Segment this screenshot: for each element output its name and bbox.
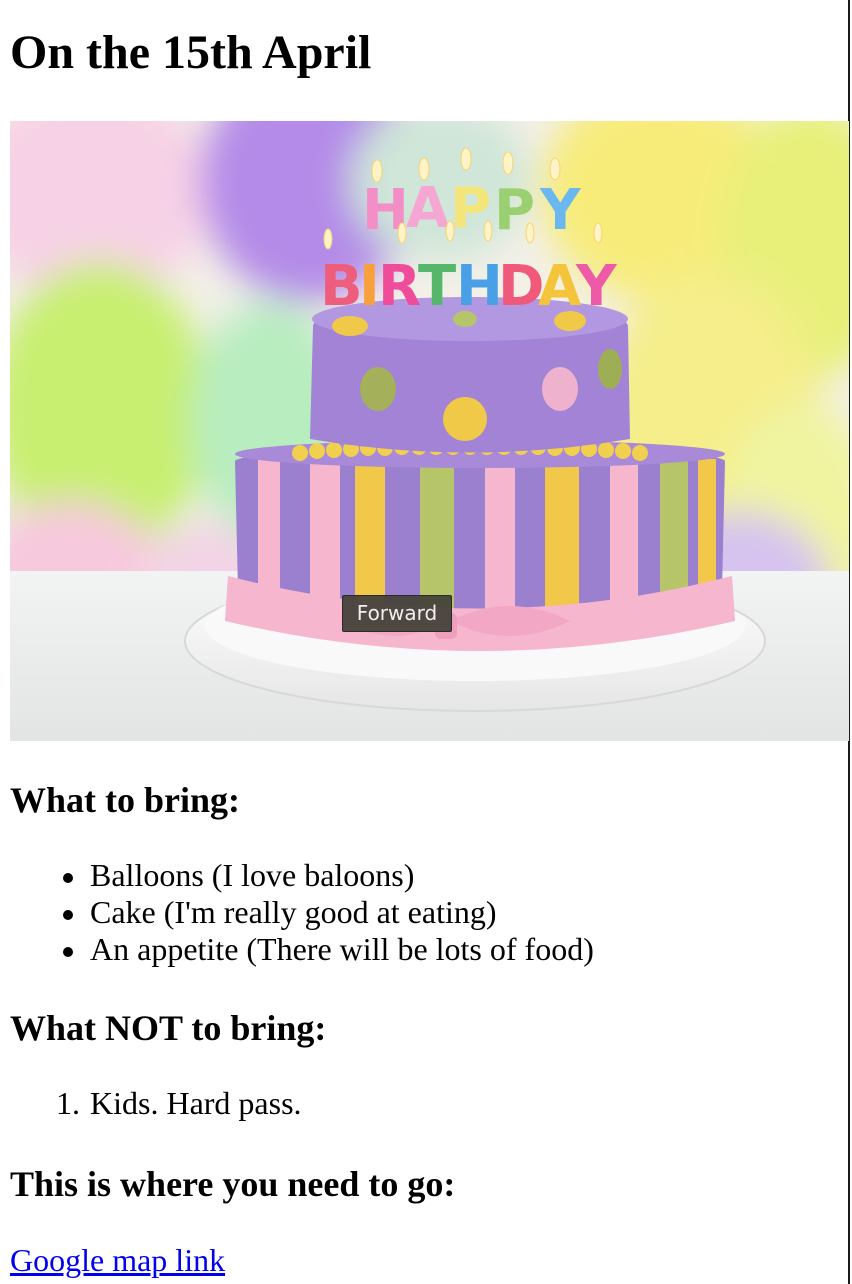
svg-text:H: H: [456, 254, 503, 319]
not-bring-list: 1. Kids. Hard pass.: [0, 1085, 302, 1122]
bring-list: Balloons (I love baloons) Cake (I'm real…: [0, 857, 594, 968]
svg-text:I: I: [359, 254, 380, 319]
svg-text:A: A: [406, 176, 450, 241]
where-heading: This is where you need to go:: [10, 1164, 456, 1204]
list-number: 1.: [56, 1085, 80, 1121]
not-bring-heading: What NOT to bring:: [10, 1008, 327, 1048]
bullet-icon: [63, 947, 73, 957]
page-title: On the 15th April: [10, 26, 372, 79]
google-map-link[interactable]: Google map link: [10, 1240, 225, 1280]
svg-text:T: T: [418, 254, 456, 319]
bullet-icon: [63, 873, 73, 883]
svg-text:Y: Y: [575, 254, 618, 319]
svg-text:Y: Y: [539, 178, 582, 243]
list-item: An appetite (There will be lots of food): [0, 931, 594, 968]
bullet-icon: [63, 910, 73, 920]
list-item: Balloons (I love baloons): [0, 857, 594, 894]
svg-text:R: R: [378, 254, 421, 319]
page: On the 15th April H A P P Y B I R T H D …: [0, 0, 850, 1284]
svg-text:B: B: [320, 254, 363, 319]
list-item: 1. Kids. Hard pass.: [56, 1085, 302, 1121]
forward-tooltip: Forward: [342, 595, 452, 632]
birthday-cake-image: H A P P Y B I R T H D A Y Forward: [10, 121, 849, 741]
list-item: Cake (I'm really good at eating): [0, 894, 594, 931]
bring-heading: What to bring:: [10, 780, 241, 820]
